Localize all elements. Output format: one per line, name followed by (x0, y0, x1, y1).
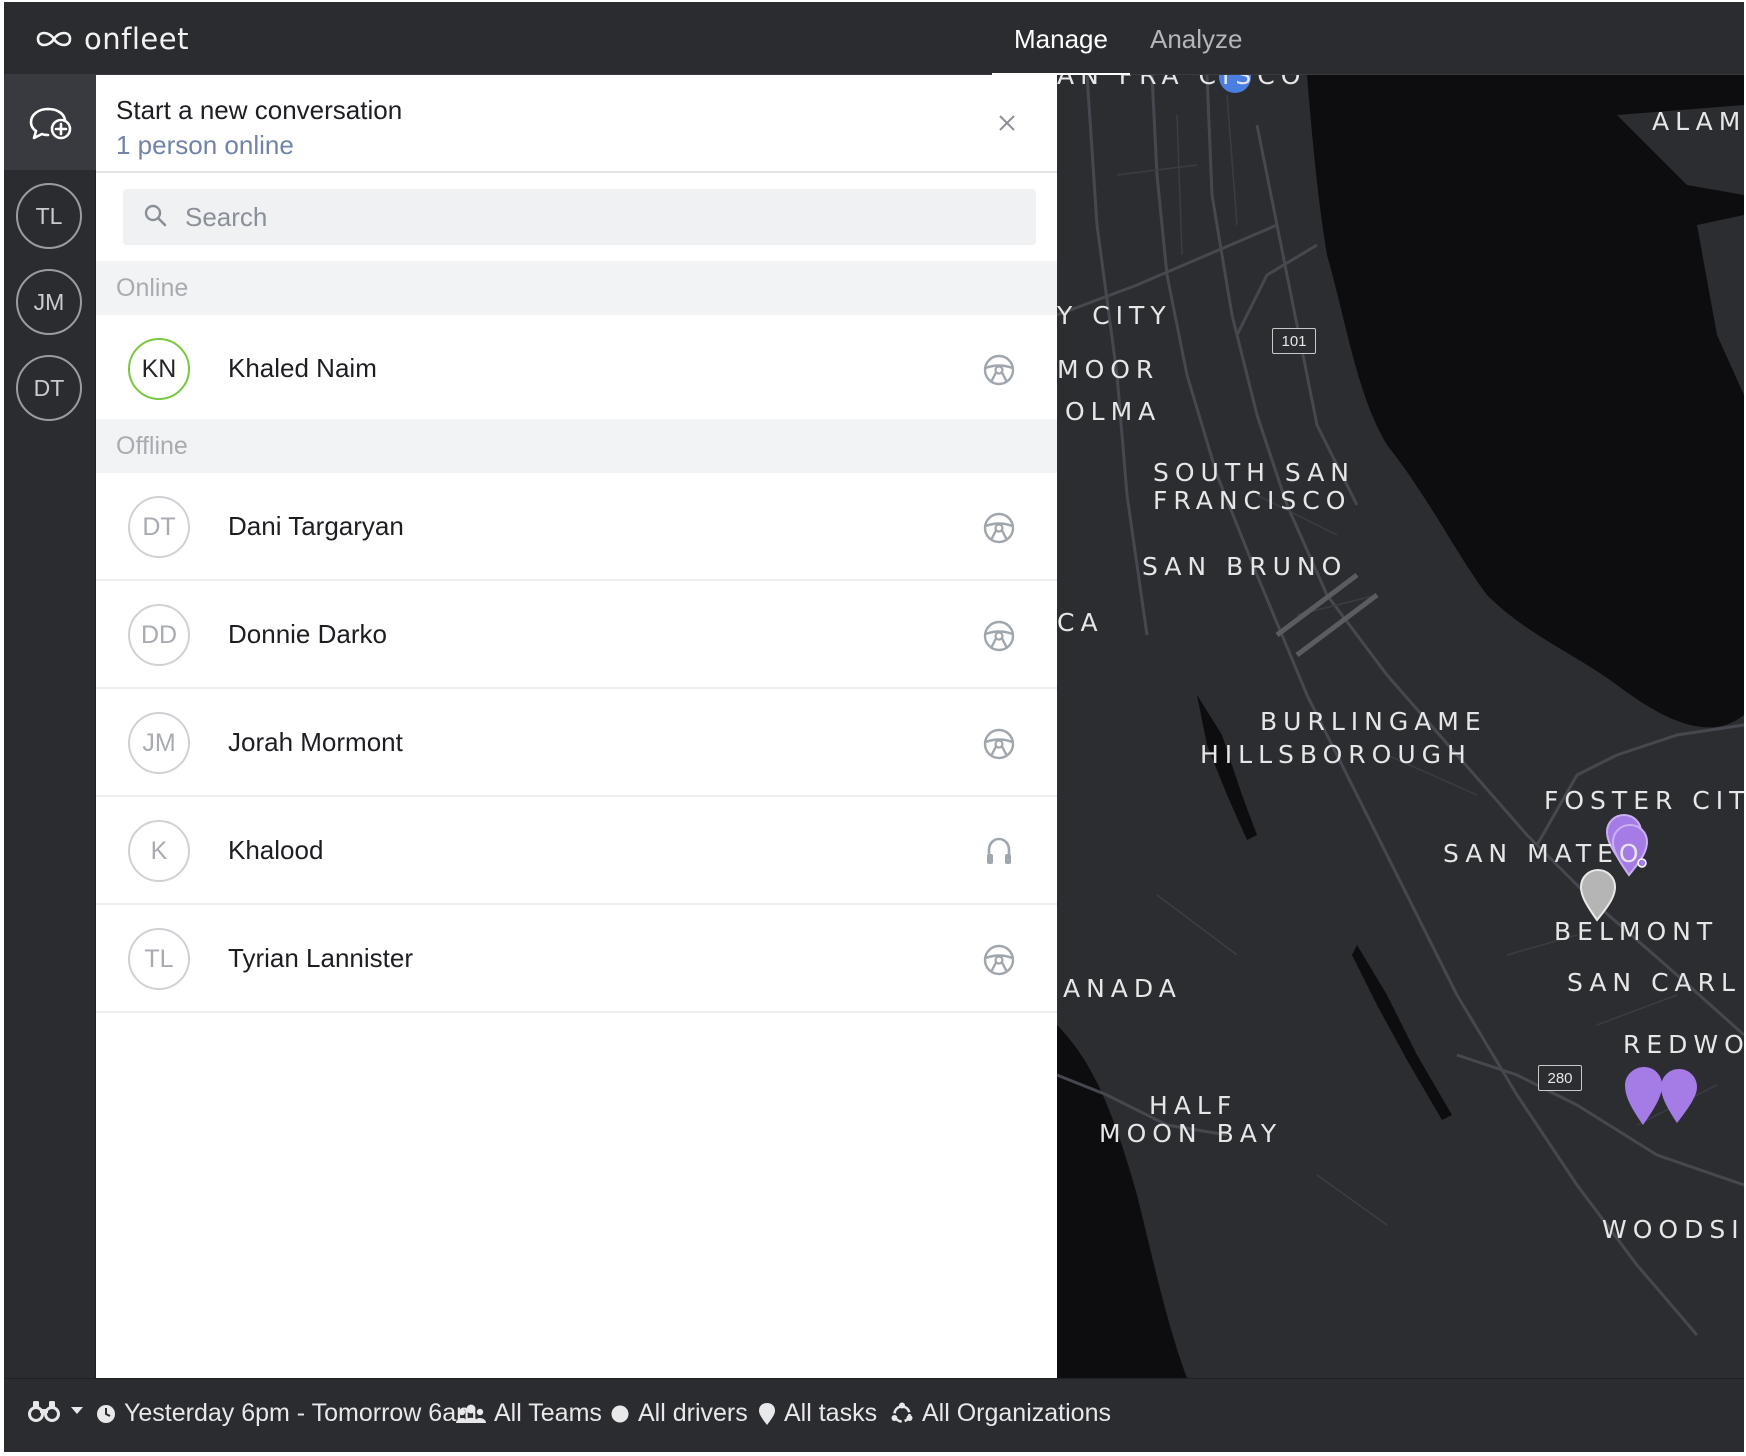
map-label-woodside: WOODSI (1602, 1215, 1744, 1244)
app-window: onfleet Manage Analyze TL JM DT Start a … (4, 2, 1744, 1452)
time-range-label: Yesterday 6pm - Tomorrow 6am (124, 1399, 477, 1427)
rail-avatar-tl[interactable]: TL (16, 183, 82, 249)
view-options-button[interactable] (28, 1399, 84, 1423)
map-view[interactable]: AN FRA CISCO ALAM Y CITY MOOR OLMA SOUTH… (1057, 75, 1744, 1378)
tasks-label: All tasks (784, 1399, 878, 1427)
contact-row-tyrian-lannister[interactable]: TL Tyrian Lannister (96, 905, 1057, 1013)
close-button[interactable] (992, 108, 1022, 138)
map-label-san-carlos: SAN CARL (1567, 968, 1741, 997)
steering-wheel-icon (981, 352, 1017, 388)
teams-label: All Teams (494, 1399, 602, 1427)
steering-wheel-icon (981, 510, 1017, 546)
contact-name: Jorah Mormont (228, 727, 403, 757)
contact-avatar: DT (128, 496, 190, 558)
map-label-colma: OLMA (1065, 397, 1162, 426)
new-conversation-button[interactable] (4, 75, 96, 170)
contact-avatar: K (128, 820, 190, 882)
map-label-san-francisco: AN FRA CISCO (1057, 75, 1307, 90)
contact-name: Dani Targaryan (228, 511, 404, 541)
conversation-rail: TL JM DT (4, 75, 96, 1378)
contact-row-donnie-darko[interactable]: DD Donnie Darko (96, 581, 1057, 689)
search-input[interactable] (185, 189, 1015, 245)
clock-icon (97, 1404, 115, 1423)
map-label-broadmoor: MOOR (1057, 355, 1160, 384)
search-box[interactable] (123, 189, 1036, 245)
panel-header: Start a new conversation 1 person online (96, 75, 1057, 173)
contact-name: Khalood (228, 835, 324, 865)
contact-avatar: TL (128, 928, 190, 990)
map-label-belmont: BELMONT (1554, 917, 1719, 946)
offline-section-header: Offline (96, 419, 1057, 473)
map-label-san-bruno: SAN BRUNO (1142, 552, 1348, 581)
map-label-half-moon-bay-line1: HALF (1149, 1091, 1238, 1120)
rail-avatar-jm[interactable]: JM (16, 269, 82, 335)
contact-avatar: JM (128, 712, 190, 774)
map-label-foster-city: FOSTER CIT (1544, 786, 1744, 815)
teams-filter[interactable]: All Teams (456, 1399, 602, 1428)
close-icon (999, 115, 1015, 131)
contact-row-dani-targaryan[interactable]: DT Dani Targaryan (96, 473, 1057, 581)
new-conversation-icon (29, 107, 72, 139)
map-label-hillsborough: HILLSBOROUGH (1200, 740, 1472, 769)
organizations-filter[interactable]: All Organizations (890, 1399, 1111, 1428)
tasks-filter[interactable]: All tasks (758, 1399, 877, 1428)
logo-text: onfleet (84, 22, 189, 56)
tab-manage[interactable]: Manage (992, 24, 1130, 75)
contact-avatar: KN (128, 338, 190, 400)
highway-shield-280: 280 (1538, 1065, 1582, 1091)
panel-title: Start a new conversation (116, 95, 403, 125)
task-pin-icon (759, 1402, 775, 1425)
headset-icon (981, 834, 1017, 870)
map-label-half-moon-bay-line2: MOON BAY (1099, 1119, 1283, 1148)
steering-wheel-icon (981, 942, 1017, 978)
organizations-icon (891, 1402, 913, 1423)
contact-name: Khaled Naim (228, 353, 377, 383)
drivers-label: All drivers (638, 1399, 748, 1427)
contact-row-jorah-mormont[interactable]: JM Jorah Mormont (96, 689, 1057, 797)
map-label-el-granada: ANADA (1063, 974, 1182, 1003)
map-label-san-mateo: SAN MATEO (1443, 839, 1645, 868)
map-label-daly-city: Y CITY (1057, 301, 1172, 330)
steering-wheel-icon (981, 618, 1017, 654)
time-range-filter[interactable]: Yesterday 6pm - Tomorrow 6am (96, 1399, 477, 1428)
organizations-label: All Organizations (922, 1399, 1111, 1427)
filter-bar: Yesterday 6pm - Tomorrow 6am All Teams A… (4, 1378, 1744, 1452)
tab-analyze[interactable]: Analyze (1150, 24, 1243, 75)
map-label-pacifica: CA (1057, 608, 1104, 637)
map-label-redwood-city: REDWO (1623, 1030, 1744, 1059)
teams-icon (456, 1404, 486, 1423)
binoculars-icon (28, 1401, 60, 1422)
map-label-south-sf-line1: SOUTH SAN (1153, 458, 1355, 487)
map-label-south-sf-line2: FRANCISCO (1153, 486, 1352, 515)
driver-dot-icon (611, 1405, 629, 1422)
infinity-logo-icon (36, 31, 72, 47)
online-count-subtitle: 1 person online (116, 130, 294, 160)
steering-wheel-icon (981, 726, 1017, 762)
chevron-down-icon (71, 1407, 83, 1414)
top-navigation-bar: onfleet Manage Analyze (4, 2, 1744, 75)
map-label-alameda: ALAM (1652, 107, 1744, 136)
new-conversation-panel: Start a new conversation 1 person online… (96, 75, 1057, 1378)
online-section-header: Online (96, 261, 1057, 315)
contact-avatar: DD (128, 604, 190, 666)
contact-row-khaled-naim[interactable]: KN Khaled Naim (96, 315, 1057, 423)
drivers-filter[interactable]: All drivers (610, 1399, 748, 1428)
search-icon (144, 204, 167, 227)
contact-row-khalood[interactable]: K Khalood (96, 797, 1057, 905)
highway-shield-101: 101 (1272, 328, 1316, 354)
rail-avatar-dt[interactable]: DT (16, 355, 82, 421)
ocean-water (1057, 1025, 1187, 1378)
contact-name: Donnie Darko (228, 619, 387, 649)
contact-name: Tyrian Lannister (228, 943, 413, 973)
map-label-burlingame: BURLINGAME (1260, 707, 1487, 736)
onfleet-logo[interactable]: onfleet (34, 22, 189, 56)
